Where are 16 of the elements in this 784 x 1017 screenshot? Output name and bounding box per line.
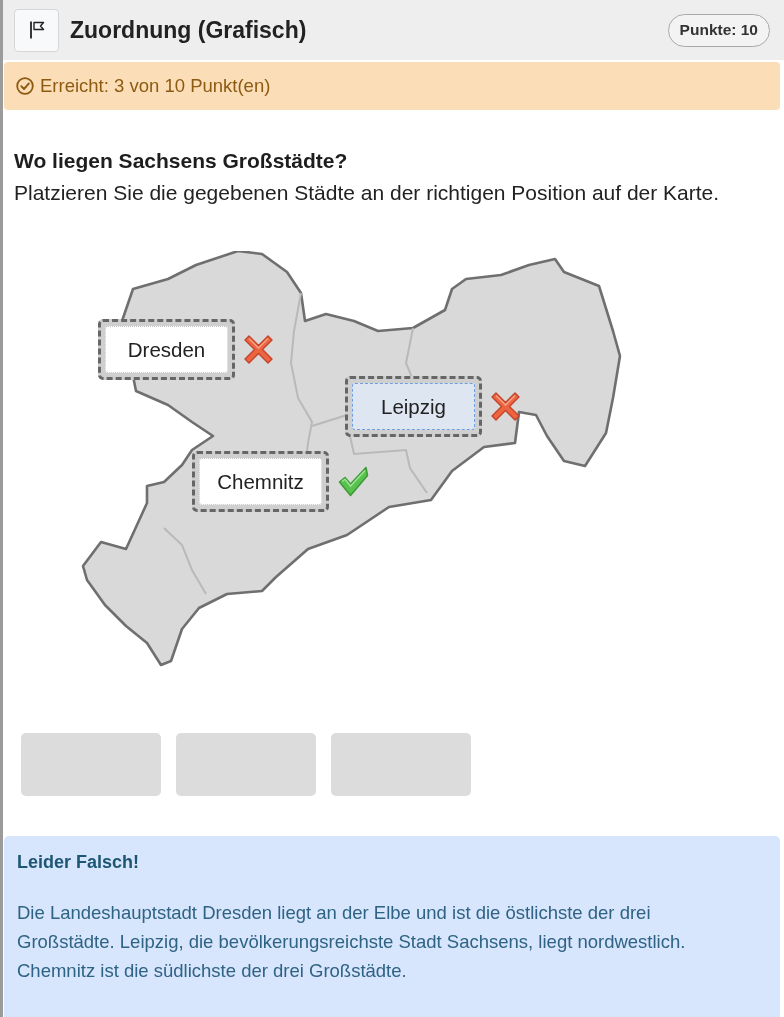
feedback-title: Leider Falsch!: [17, 851, 141, 874]
city-label[interactable]: Leipzig: [352, 383, 475, 430]
result-text: Erreicht: 3 von 10 Punkt(en): [40, 75, 271, 97]
drop-slot[interactable]: [176, 733, 316, 796]
points-badge: Punkte: 10: [667, 13, 770, 47]
flag-icon: [28, 21, 45, 39]
city-label[interactable]: Dresden: [105, 326, 228, 373]
check-circle-icon: [16, 77, 34, 95]
question-title: Wo liegen Sachsens Großstädte?: [14, 148, 349, 174]
drop-slot[interactable]: [331, 733, 471, 796]
question-type-title: Zuordnung (Grafisch): [70, 16, 307, 44]
drop-slot[interactable]: [21, 733, 161, 796]
feedback-text: Die Landeshauptstadt Dresden liegt an der Elbe und ist die östlichste der drei Großstädte. Leipzig, die bevölkerungsreichste Stadt Sachsens, liegt nordwestlich. Chemnitz ist die südlichste der drei Großstädte.: [17, 901, 687, 983]
city-label[interactable]: Chemnitz: [199, 458, 322, 505]
question-instruction: Platzieren Sie die gegebenen Städte an der richtigen Position auf der Karte.: [14, 180, 721, 206]
flag-button[interactable]: [14, 8, 59, 52]
